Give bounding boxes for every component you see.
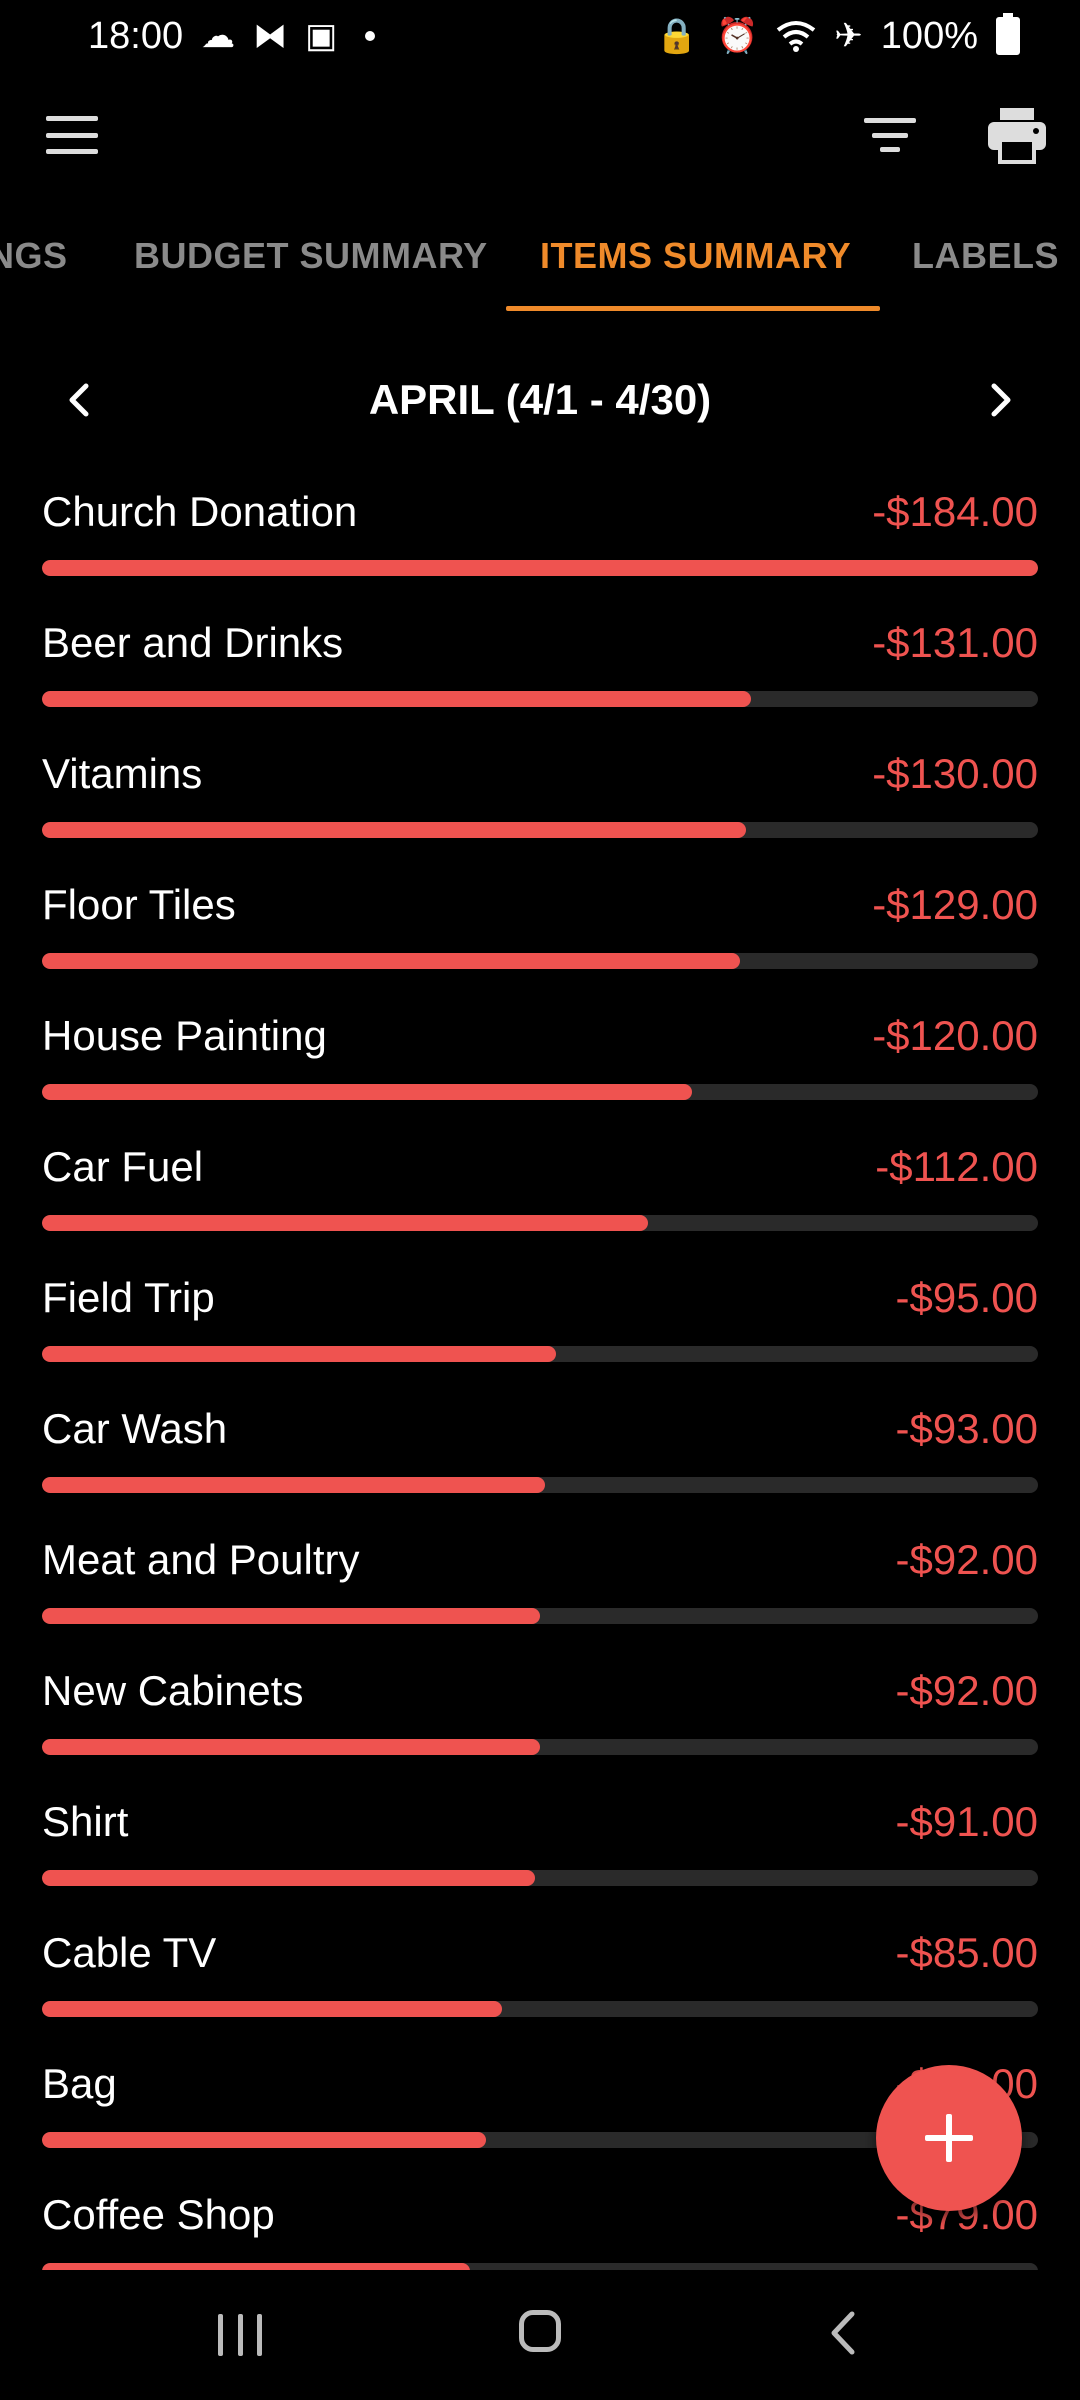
chevron-right-icon[interactable] — [988, 382, 1016, 418]
status-right: 🔒 ⏰ ✈ 100% — [655, 13, 1020, 58]
list-item[interactable]: New Cabinets -$92.00 — [0, 1657, 1080, 1788]
home-icon[interactable] — [519, 2310, 561, 2352]
cloud-icon: ☁ — [201, 17, 236, 55]
item-name: Shirt — [42, 1798, 129, 1845]
battery-saver-icon: 🔒 — [655, 17, 698, 55]
notification-app-icon-2: ▣ — [305, 17, 338, 55]
item-name: House Painting — [42, 1012, 327, 1059]
item-name: Car Wash — [42, 1405, 228, 1452]
printer-icon[interactable] — [986, 106, 1048, 164]
item-name: Church Donation — [42, 488, 358, 535]
tab-items-summary[interactable]: ITEMS SUMMARY — [540, 210, 851, 302]
progress-bar-fill — [42, 953, 741, 969]
item-amount: -$131.00 — [872, 619, 1038, 666]
list-item[interactable]: Shirt -$91.00 — [0, 1788, 1080, 1919]
item-name: Bag — [42, 2060, 117, 2107]
status-time: 18:00 — [88, 14, 184, 57]
progress-bar-track — [42, 1084, 1038, 1100]
filter-icon[interactable] — [864, 118, 916, 152]
progress-bar-track — [42, 1870, 1038, 1886]
progress-bar-fill — [42, 2132, 486, 2148]
list-item[interactable]: Car Wash -$93.00 — [0, 1395, 1080, 1526]
battery-icon — [996, 13, 1020, 55]
list-item[interactable]: Cable TV -$85.00 — [0, 1919, 1080, 2050]
system-navigation-bar — [0, 2270, 1080, 2400]
hamburger-menu-icon[interactable] — [46, 116, 98, 154]
tab-labels[interactable]: LABELS — [912, 210, 1059, 302]
item-name: Vitamins — [42, 750, 203, 797]
status-left: 18:00 ☁ ⧓ ▣ — [88, 14, 376, 58]
progress-bar-track — [42, 560, 1038, 576]
item-amount: -$95.00 — [895, 1274, 1038, 1321]
progress-bar-fill — [42, 560, 1038, 576]
progress-bar-fill — [42, 822, 746, 838]
list-item[interactable]: Beer and Drinks -$131.00 — [0, 609, 1080, 740]
item-amount: -$129.00 — [872, 881, 1038, 928]
active-tab-indicator — [506, 306, 880, 311]
airplane-mode-icon: ✈ — [834, 17, 863, 55]
toolbar — [0, 90, 1080, 180]
item-name: Floor Tiles — [42, 881, 236, 928]
progress-bar-track — [42, 822, 1038, 838]
list-item[interactable]: Meat and Poultry -$92.00 — [0, 1526, 1080, 1657]
list-item[interactable]: House Painting -$120.00 — [0, 1002, 1080, 1133]
item-amount: -$85.00 — [895, 1929, 1038, 1976]
item-amount: -$91.00 — [895, 1798, 1038, 1845]
progress-bar-track — [42, 1477, 1038, 1493]
list-item[interactable]: Vitamins -$130.00 — [0, 740, 1080, 871]
item-name: Car Fuel — [42, 1143, 204, 1190]
tab-bar: NGS BUDGET SUMMARY ITEMS SUMMARY LABELS — [0, 210, 1080, 312]
plus-icon — [925, 2114, 973, 2162]
list-item[interactable]: Field Trip -$95.00 — [0, 1264, 1080, 1395]
items-summary-list: Church Donation -$184.00 Beer and Drinks -$… — [0, 478, 1080, 2270]
progress-bar-fill — [42, 1739, 540, 1755]
progress-bar-track — [42, 1608, 1038, 1624]
progress-bar-fill — [42, 1346, 557, 1362]
progress-bar-track — [42, 1739, 1038, 1755]
period-navigator: APRIL (4/1 - 4/30) — [0, 360, 1080, 440]
item-name: Beer and Drinks — [42, 619, 344, 666]
item-name: Meat and Poultry — [42, 1536, 360, 1583]
more-notifications-dot-icon — [365, 31, 376, 41]
progress-bar-track — [42, 2263, 1038, 2270]
item-amount: -$92.00 — [895, 1667, 1038, 1714]
progress-bar-fill — [42, 691, 752, 707]
list-item[interactable]: Church Donation -$184.00 — [0, 478, 1080, 609]
status-bar: 18:00 ☁ ⧓ ▣ 🔒 ⏰ ✈ 100% — [0, 0, 1080, 72]
item-name: Cable TV — [42, 1929, 217, 1976]
progress-bar-track — [42, 1346, 1038, 1362]
tab-budget-summary[interactable]: BUDGET SUMMARY — [134, 210, 488, 302]
progress-bar-fill — [42, 1215, 649, 1231]
item-amount: -$112.00 — [875, 1143, 1038, 1190]
progress-bar-track — [42, 2001, 1038, 2017]
item-amount: -$120.00 — [872, 1012, 1038, 1059]
item-amount: -$93.00 — [895, 1405, 1038, 1452]
add-item-button[interactable] — [876, 2065, 1022, 2211]
progress-bar-fill — [42, 1608, 540, 1624]
item-name: New Cabinets — [42, 1667, 304, 1714]
progress-bar-fill — [42, 1477, 546, 1493]
back-icon[interactable] — [828, 2310, 858, 2356]
item-amount: -$130.00 — [872, 750, 1038, 797]
progress-bar-track — [42, 1215, 1038, 1231]
list-item[interactable]: Car Fuel -$112.00 — [0, 1133, 1080, 1264]
item-name: Field Trip — [42, 1274, 215, 1321]
progress-bar-track — [42, 691, 1038, 707]
period-title: APRIL (4/1 - 4/30) — [368, 376, 712, 423]
progress-bar-fill — [42, 1084, 692, 1100]
list-item[interactable]: Floor Tiles -$129.00 — [0, 871, 1080, 1002]
wifi-icon — [777, 21, 816, 52]
item-amount: -$92.00 — [895, 1536, 1038, 1583]
item-name: Coffee Shop — [42, 2191, 275, 2238]
progress-bar-fill — [42, 2263, 470, 2270]
progress-bar-fill — [42, 2001, 503, 2017]
alarm-icon: ⏰ — [715, 17, 759, 55]
battery-percent: 100% — [880, 14, 978, 57]
item-amount: -$184.00 — [872, 488, 1038, 535]
recent-apps-icon[interactable] — [218, 2314, 262, 2356]
tab-savings[interactable]: NGS — [0, 210, 68, 302]
notification-app-icon: ⧓ — [253, 17, 288, 55]
progress-bar-track — [42, 953, 1038, 969]
progress-bar-fill — [42, 1870, 535, 1886]
